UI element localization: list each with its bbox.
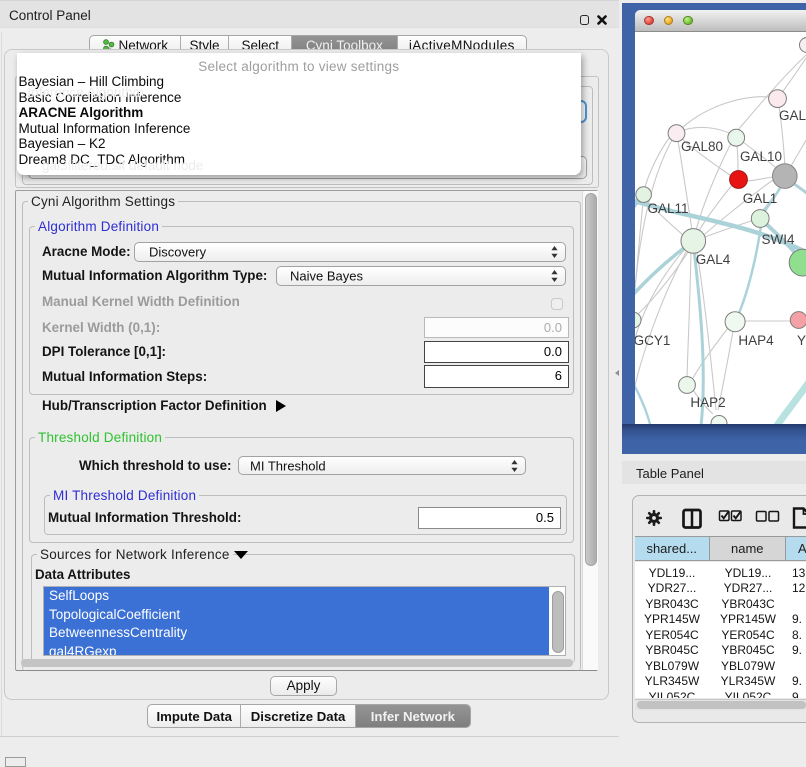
svg-text:GAL1: GAL1	[743, 191, 778, 206]
svg-text:YEL0: YEL0	[797, 333, 806, 348]
svg-text:GAL4: GAL4	[696, 252, 731, 267]
svg-text:HAP2: HAP2	[690, 395, 725, 410]
svg-text:GCY1: GCY1	[635, 333, 670, 348]
svg-text:SWI4: SWI4	[761, 232, 794, 247]
svg-text:GAL80: GAL80	[681, 139, 723, 154]
svg-text:GAL10: GAL10	[740, 149, 782, 164]
svg-text:HAP4: HAP4	[738, 333, 774, 348]
svg-text:GAL11: GAL11	[647, 201, 688, 216]
svg-text:GAL2: GAL2	[779, 108, 806, 123]
